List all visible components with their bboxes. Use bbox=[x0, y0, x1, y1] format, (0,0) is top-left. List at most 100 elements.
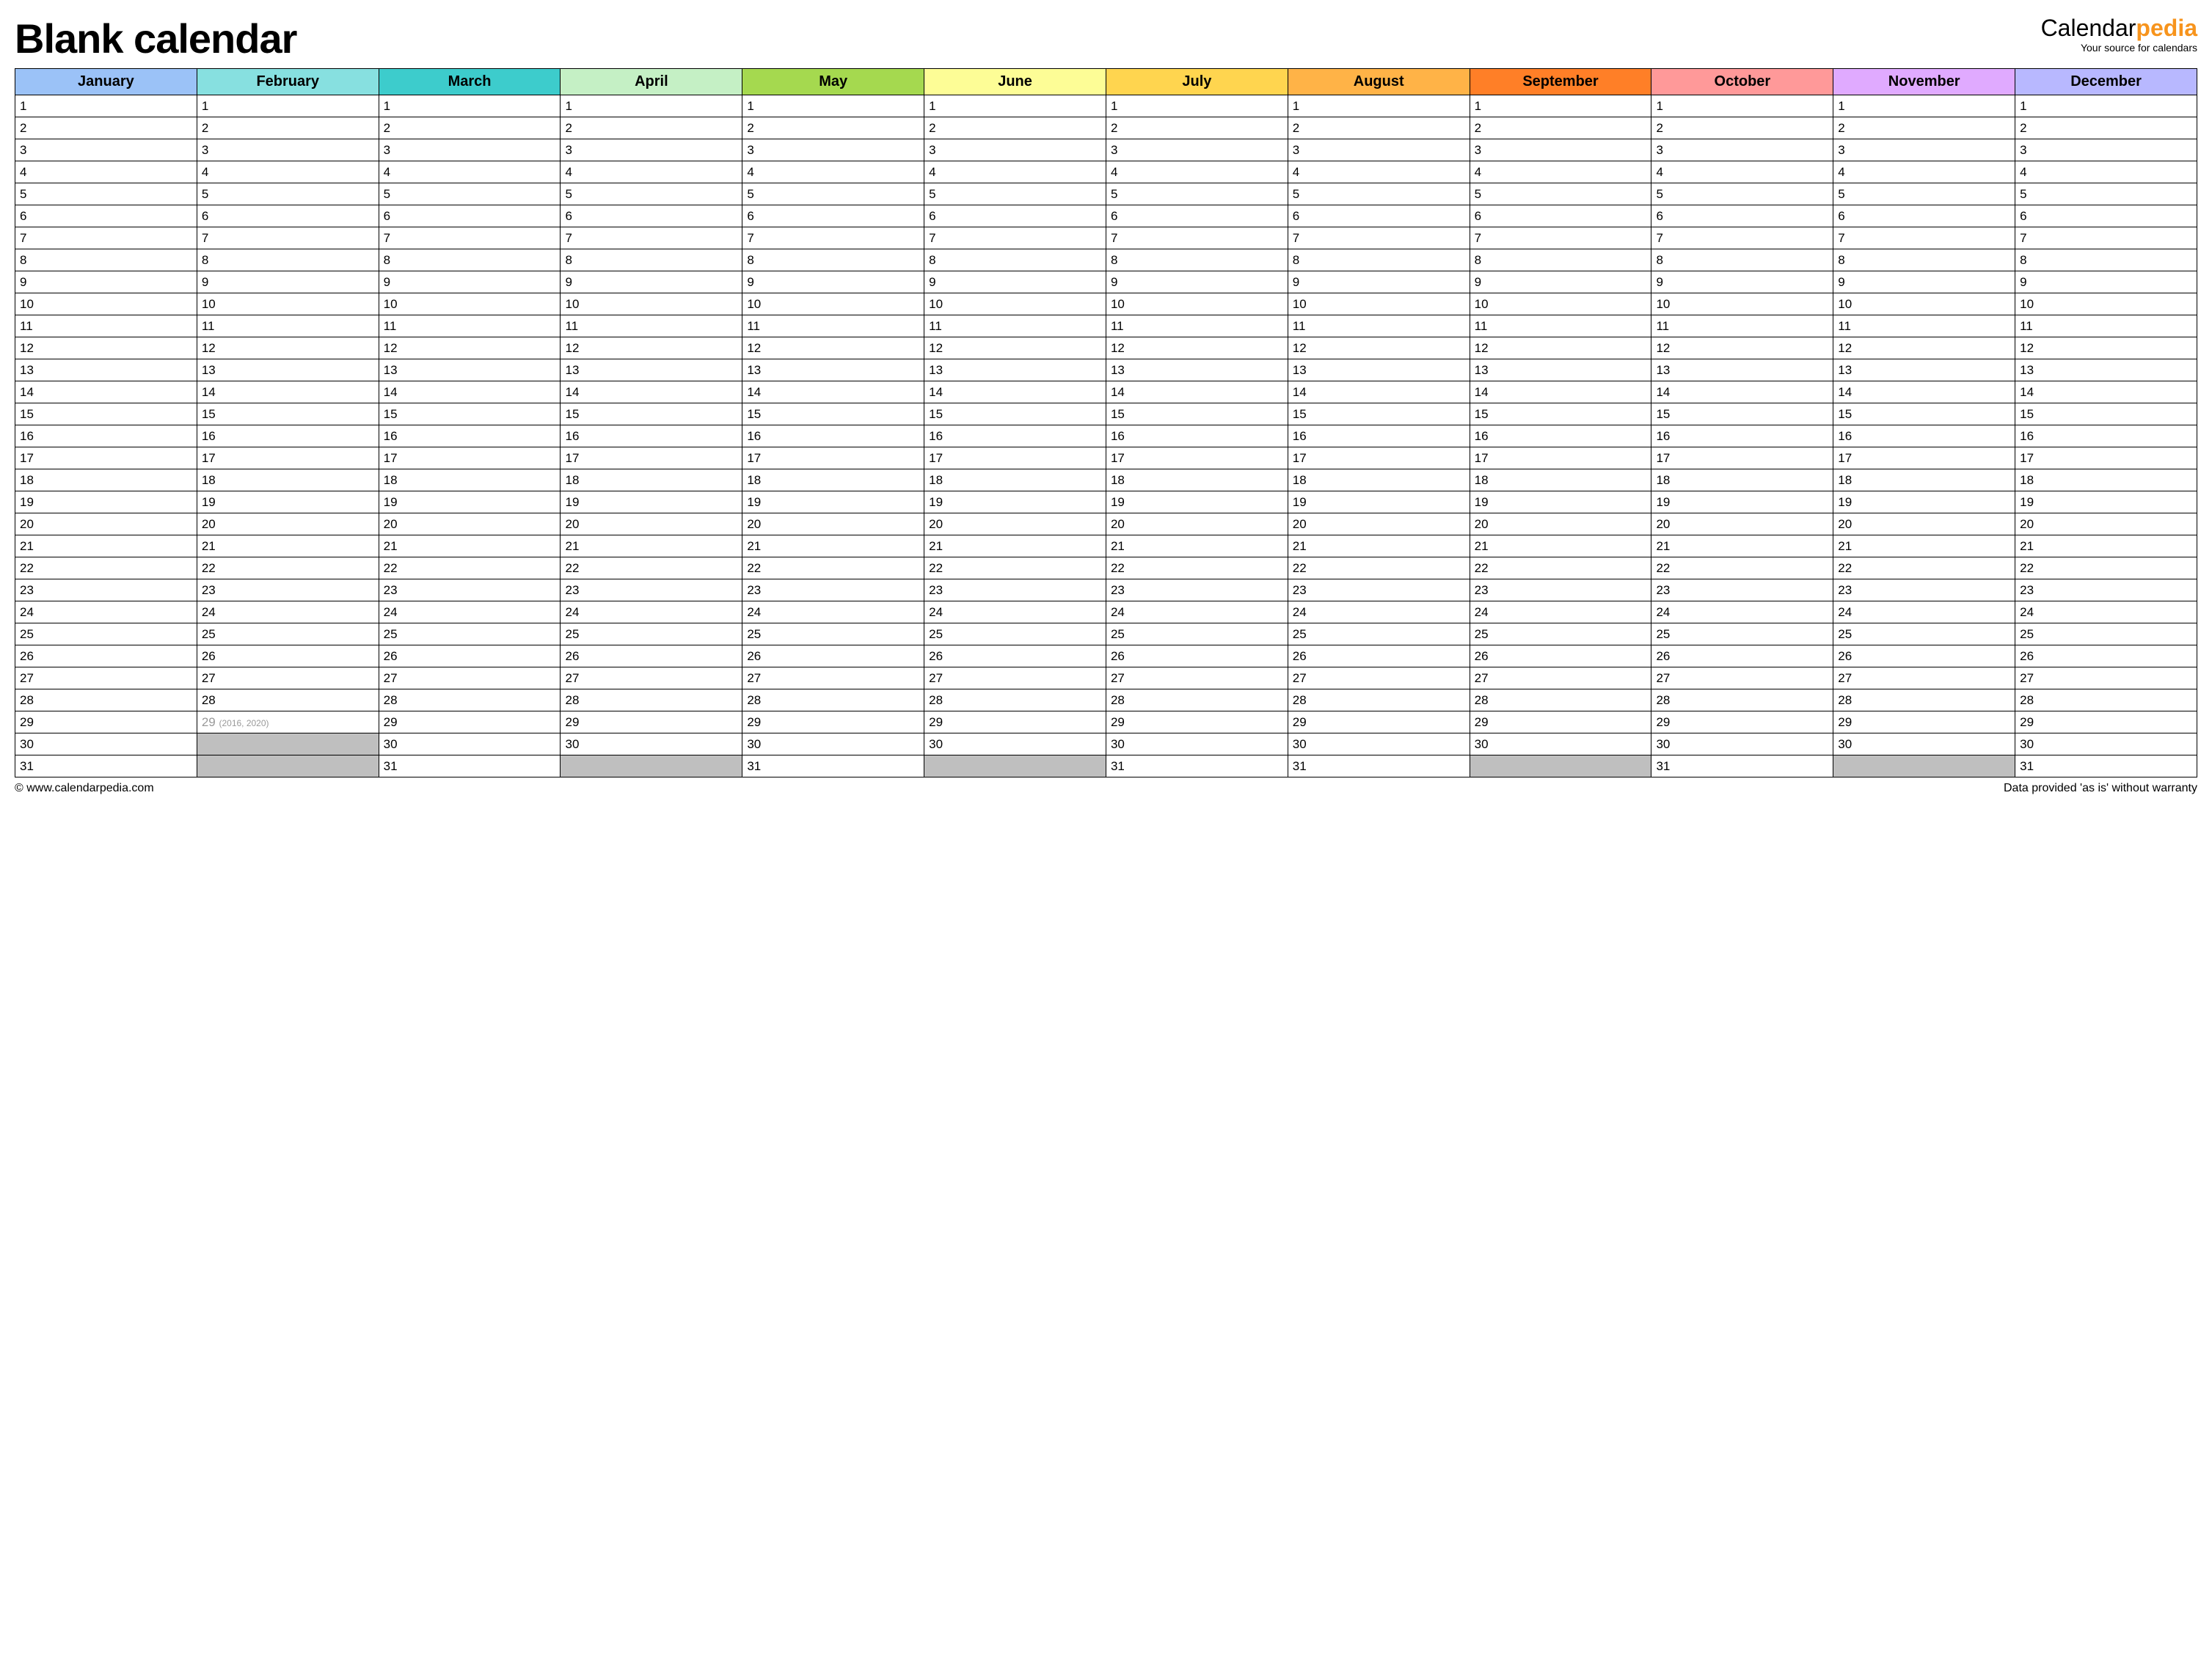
day-cell: 17 bbox=[561, 447, 742, 469]
header: Blank calendar Calendarpedia Your source… bbox=[15, 15, 2197, 62]
day-cell: 15 bbox=[1833, 403, 2015, 425]
day-cell: 3 bbox=[1833, 139, 2015, 161]
day-cell: 25 bbox=[1833, 623, 2015, 645]
day-cell: 3 bbox=[1651, 139, 1833, 161]
day-row: 111111111111111111111111 bbox=[15, 315, 2197, 337]
day-row: 141414141414141414141414 bbox=[15, 381, 2197, 403]
day-cell: 18 bbox=[561, 469, 742, 491]
day-cell: 26 bbox=[561, 645, 742, 667]
day-cell: 25 bbox=[561, 623, 742, 645]
day-cell: 25 bbox=[742, 623, 924, 645]
day-cell: 16 bbox=[1106, 425, 1288, 447]
day-row: 888888888888 bbox=[15, 249, 2197, 271]
day-cell: 11 bbox=[1833, 315, 2015, 337]
day-row: 2929 (2016, 2020)29292929292929292929 bbox=[15, 711, 2197, 733]
day-cell: 7 bbox=[1651, 227, 1833, 249]
day-cell: 10 bbox=[1106, 293, 1288, 315]
footer-disclaimer: Data provided 'as is' without warranty bbox=[2004, 782, 2197, 795]
day-cell: 20 bbox=[197, 513, 379, 535]
day-cell: 27 bbox=[742, 667, 924, 689]
day-cell: 10 bbox=[742, 293, 924, 315]
day-cell: 26 bbox=[15, 645, 197, 667]
day-cell: 6 bbox=[1288, 205, 1470, 227]
day-cell: 3 bbox=[15, 139, 197, 161]
day-cell: 5 bbox=[1833, 183, 2015, 205]
day-row: 171717171717171717171717 bbox=[15, 447, 2197, 469]
day-cell: 20 bbox=[742, 513, 924, 535]
day-cell: 19 bbox=[1470, 491, 1651, 513]
day-cell: 9 bbox=[379, 271, 561, 293]
day-cell: 1 bbox=[561, 95, 742, 117]
day-cell bbox=[1470, 755, 1651, 777]
calendar-table: JanuaryFebruaryMarchAprilMayJuneJulyAugu… bbox=[15, 68, 2197, 777]
day-cell: 27 bbox=[379, 667, 561, 689]
day-cell: 31 bbox=[1288, 755, 1470, 777]
day-cell: 25 bbox=[1106, 623, 1288, 645]
day-cell: 2 bbox=[15, 117, 197, 139]
day-cell: 30 bbox=[2015, 733, 2197, 755]
day-cell: 13 bbox=[1288, 359, 1470, 381]
day-cell: 10 bbox=[1288, 293, 1470, 315]
day-cell: 9 bbox=[15, 271, 197, 293]
day-cell: 6 bbox=[1106, 205, 1288, 227]
day-cell: 17 bbox=[2015, 447, 2197, 469]
day-cell: 29 bbox=[15, 711, 197, 733]
day-row: 131313131313131313131313 bbox=[15, 359, 2197, 381]
day-cell: 5 bbox=[1651, 183, 1833, 205]
day-cell: 24 bbox=[379, 601, 561, 623]
day-cell: 22 bbox=[379, 557, 561, 579]
day-cell: 13 bbox=[2015, 359, 2197, 381]
day-cell: 12 bbox=[2015, 337, 2197, 359]
day-cell: 31 bbox=[1651, 755, 1833, 777]
day-cell: 17 bbox=[924, 447, 1106, 469]
day-cell: 27 bbox=[197, 667, 379, 689]
day-cell: 6 bbox=[561, 205, 742, 227]
day-row: 444444444444 bbox=[15, 161, 2197, 183]
day-cell: 28 bbox=[2015, 689, 2197, 711]
day-cell: 15 bbox=[15, 403, 197, 425]
day-cell: 14 bbox=[2015, 381, 2197, 403]
day-cell: 22 bbox=[924, 557, 1106, 579]
day-cell: 23 bbox=[379, 579, 561, 601]
day-cell: 3 bbox=[379, 139, 561, 161]
day-cell: 2 bbox=[924, 117, 1106, 139]
month-header-november: November bbox=[1833, 69, 2015, 95]
day-cell: 1 bbox=[1470, 95, 1651, 117]
day-cell: 5 bbox=[379, 183, 561, 205]
day-cell: 18 bbox=[15, 469, 197, 491]
day-cell: 1 bbox=[197, 95, 379, 117]
day-cell: 15 bbox=[2015, 403, 2197, 425]
day-cell: 30 bbox=[742, 733, 924, 755]
day-cell: 3 bbox=[2015, 139, 2197, 161]
day-cell: 5 bbox=[1288, 183, 1470, 205]
day-cell: 29 bbox=[1288, 711, 1470, 733]
day-cell: 1 bbox=[1288, 95, 1470, 117]
month-header-january: January bbox=[15, 69, 197, 95]
month-header-december: December bbox=[2015, 69, 2197, 95]
day-cell: 5 bbox=[924, 183, 1106, 205]
day-cell: 14 bbox=[1651, 381, 1833, 403]
day-cell: 18 bbox=[2015, 469, 2197, 491]
day-cell: 17 bbox=[15, 447, 197, 469]
day-cell: 21 bbox=[1470, 535, 1651, 557]
day-cell: 7 bbox=[1288, 227, 1470, 249]
day-cell: 27 bbox=[15, 667, 197, 689]
day-cell: 21 bbox=[742, 535, 924, 557]
day-cell: 26 bbox=[2015, 645, 2197, 667]
day-cell: 2 bbox=[379, 117, 561, 139]
day-cell: 5 bbox=[742, 183, 924, 205]
day-cell: 13 bbox=[379, 359, 561, 381]
day-cell bbox=[197, 755, 379, 777]
day-cell: 18 bbox=[742, 469, 924, 491]
day-cell: 16 bbox=[1651, 425, 1833, 447]
day-cell: 19 bbox=[561, 491, 742, 513]
day-cell: 22 bbox=[1288, 557, 1470, 579]
day-cell: 23 bbox=[742, 579, 924, 601]
day-cell: 24 bbox=[1470, 601, 1651, 623]
day-cell: 24 bbox=[1833, 601, 2015, 623]
day-cell: 15 bbox=[197, 403, 379, 425]
day-cell: 3 bbox=[1470, 139, 1651, 161]
day-cell: 4 bbox=[15, 161, 197, 183]
month-header-july: July bbox=[1106, 69, 1288, 95]
day-cell: 20 bbox=[924, 513, 1106, 535]
